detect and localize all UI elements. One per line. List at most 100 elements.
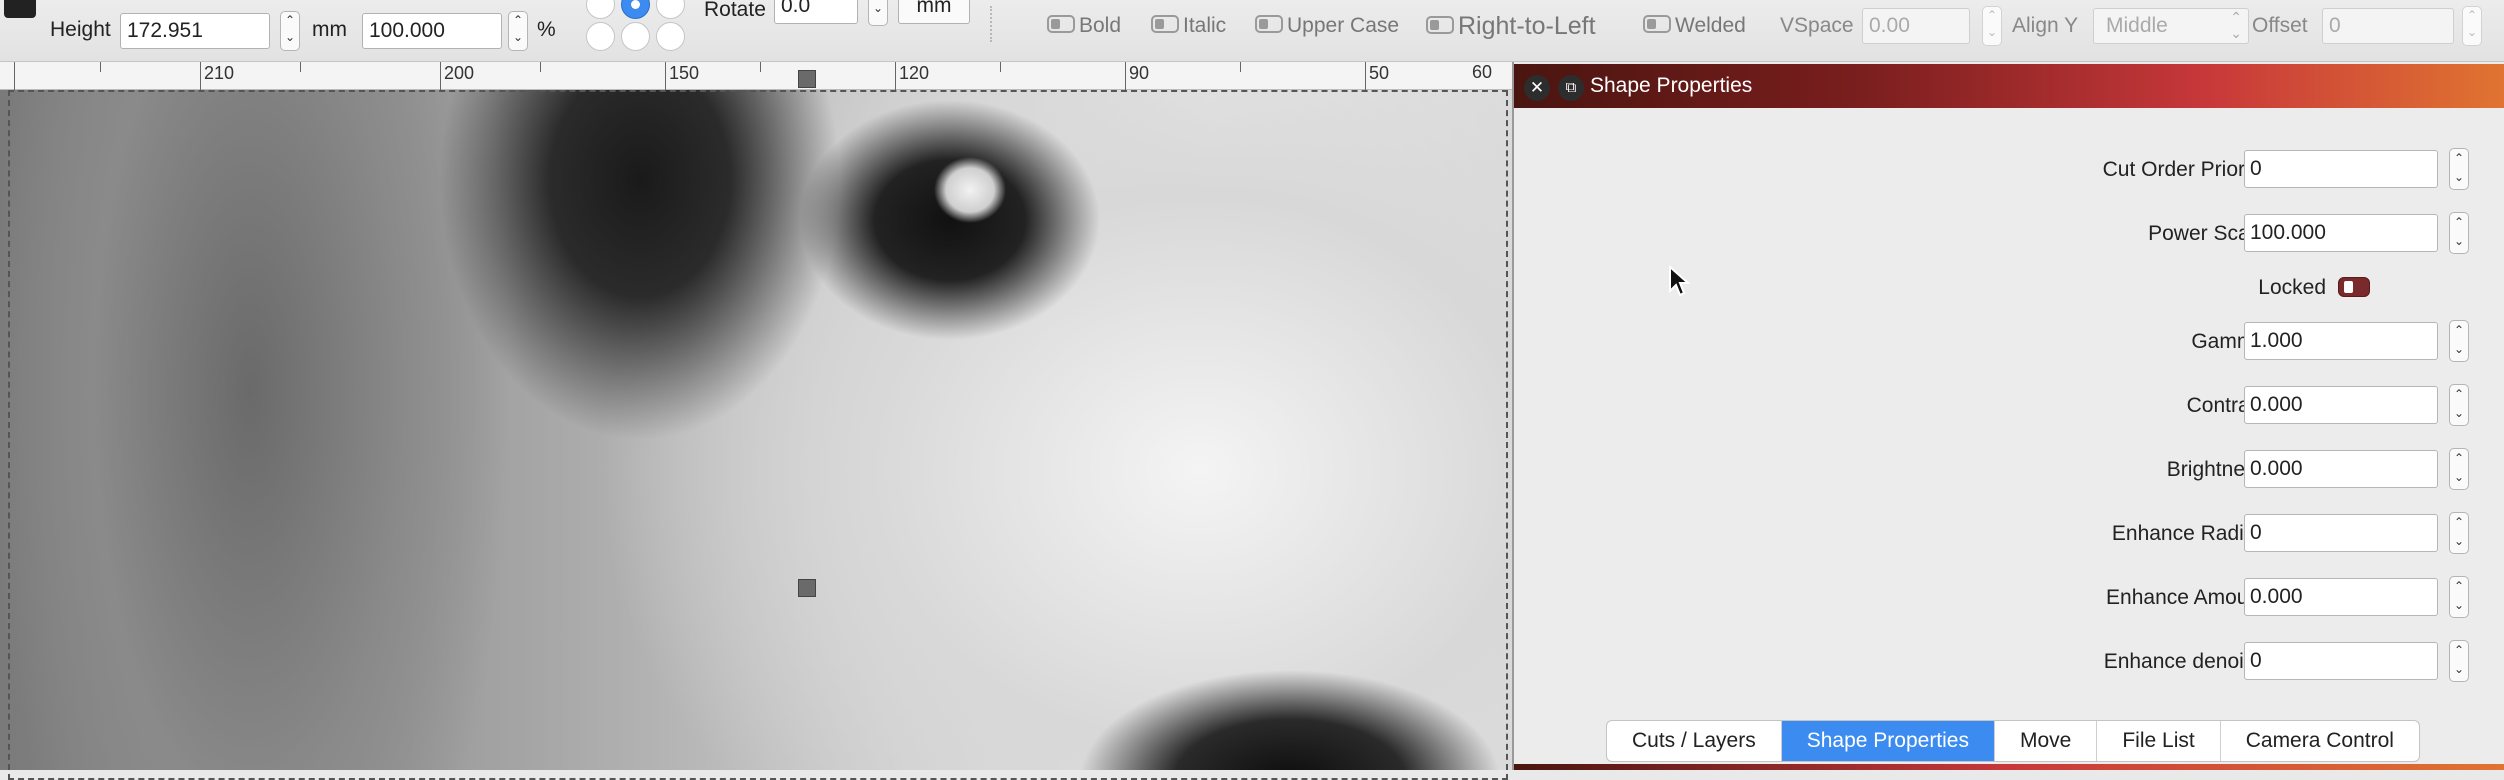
ruler-tick (1365, 62, 1366, 90)
welded-toggle[interactable]: Welded (1643, 14, 1746, 38)
enhance-radius-stepper[interactable]: ⌃ ⌄ (2449, 512, 2469, 554)
tab-camera-control[interactable]: Camera Control (2221, 721, 2419, 761)
italic-checkbox-icon (1151, 15, 1179, 34)
power-scale-stepper[interactable]: ⌃ ⌄ (2449, 212, 2469, 254)
restore-icon[interactable]: ⧉ (1558, 75, 1584, 101)
ruler-tick (1000, 62, 1001, 72)
lock-aspect-icon[interactable] (4, 0, 36, 18)
horizontal-ruler: 210 200 150 120 90 50 60 (0, 62, 1512, 90)
rotate-stepper[interactable]: ⌄ (868, 0, 888, 26)
ruler-tick (14, 62, 15, 90)
tab-file-list[interactable]: File List (2097, 721, 2221, 761)
ruler-tick (300, 62, 301, 72)
anchor-mid-right[interactable] (656, 22, 685, 51)
panel-tab-bar: Cuts / Layers Shape Properties Move File… (1606, 720, 2420, 762)
offset-label: Offset (2252, 14, 2308, 37)
ruler-label: 210 (204, 63, 235, 83)
panel-title: Shape Properties (1590, 74, 1753, 97)
brightness-input[interactable]: 0.000 (2244, 450, 2438, 488)
property-row: Gamma 1.000 ⌃ ⌄ (1514, 318, 2504, 368)
ruler-tick (540, 62, 541, 72)
height-unit: mm (312, 18, 347, 41)
tab-shape-properties[interactable]: Shape Properties (1781, 721, 1995, 761)
property-row: Contrast 0.000 ⌃ ⌄ (1514, 382, 2504, 432)
vspace-input[interactable]: 0.00 (1862, 8, 1970, 44)
workspace-canvas[interactable] (0, 62, 1512, 770)
ruler-tick (440, 62, 441, 90)
locked-toggle[interactable] (2338, 277, 2370, 297)
contrast-stepper[interactable]: ⌃ ⌄ (2449, 384, 2469, 426)
enhance-amount-input[interactable]: 0.000 (2244, 578, 2438, 616)
scale-input[interactable]: 100.000 (362, 13, 502, 49)
gamma-stepper[interactable]: ⌃ ⌄ (2449, 320, 2469, 362)
height-stepper[interactable]: ⌃ ⌄ (280, 11, 300, 51)
uppercase-checkbox-icon (1255, 15, 1283, 34)
rtl-checkbox-icon (1426, 16, 1454, 35)
husky-image[interactable] (0, 90, 1512, 770)
height-label: Height (50, 18, 111, 41)
enhance-radius-input[interactable]: 0 (2244, 514, 2438, 552)
enhance-denoise-input[interactable]: 0 (2244, 642, 2438, 680)
top-center-handle[interactable] (798, 70, 816, 88)
anchor-top-right[interactable] (656, 0, 685, 19)
ruler-label: 90 (1129, 63, 1150, 83)
bold-toggle[interactable]: Bold (1047, 14, 1121, 38)
property-row: Enhance Radius 0 ⌃ ⌄ (1514, 510, 2504, 560)
contrast-input[interactable]: 0.000 (2244, 386, 2438, 424)
uppercase-label: Upper Case (1287, 14, 1400, 37)
enhance-amount-label: Enhance Amount (2106, 586, 2266, 609)
rotate-label: Rotate (704, 0, 766, 21)
ruler-label: 50 (1369, 63, 1390, 83)
tab-move[interactable]: Move (1995, 721, 2098, 761)
anchor-center[interactable] (621, 22, 650, 51)
tab-cuts-layers[interactable]: Cuts / Layers (1607, 721, 1782, 761)
top-toolbar: Height 172.951 ⌃ ⌄ mm 100.000 ⌃ ⌄ % Rotate… (0, 0, 2504, 62)
scale-stepper[interactable]: ⌃ ⌄ (508, 11, 528, 51)
toolbar-divider (990, 6, 992, 42)
aligny-value: Middle (2106, 14, 2168, 37)
panel-title-bar: Shape Properties (1514, 64, 2504, 108)
vspace-stepper[interactable]: ⌃ ⌄ (1982, 6, 2002, 46)
bold-label: Bold (1079, 14, 1122, 37)
next-panel-title-edge (1514, 764, 2504, 770)
bold-checkbox-icon (1047, 15, 1075, 34)
unit-toggle-button[interactable]: mm (898, 0, 970, 24)
locked-label: Locked (2258, 276, 2326, 299)
enhance-denoise-label: Enhance denoise (2103, 650, 2266, 673)
cut-order-priority-input[interactable]: 0 (2244, 150, 2438, 188)
property-row: Enhance denoise 0 ⌃ ⌄ (1514, 638, 2504, 688)
property-row: Enhance Amount 0.000 ⌃ ⌄ (1514, 574, 2504, 624)
italic-toggle[interactable]: Italic (1151, 14, 1226, 38)
shape-properties-panel: Shape Properties ✕ ⧉ Cut Order Priority … (1512, 62, 2504, 770)
anchor-top-left[interactable] (586, 0, 615, 19)
vspace-label: VSpace (1780, 14, 1854, 37)
uppercase-toggle[interactable]: Upper Case (1255, 14, 1399, 38)
ruler-tick (200, 62, 201, 90)
ruler-tick (895, 62, 896, 90)
gamma-input[interactable]: 1.000 (2244, 322, 2438, 360)
ruler-tick (665, 62, 666, 90)
rtl-toggle[interactable]: Right-to-Left (1426, 12, 1596, 41)
enhance-denoise-stepper[interactable]: ⌃ ⌄ (2449, 640, 2469, 682)
power-scale-input[interactable]: 100.000 (2244, 214, 2438, 252)
brightness-stepper[interactable]: ⌃ ⌄ (2449, 448, 2469, 490)
ruler-tick (760, 62, 761, 72)
close-icon[interactable]: ✕ (1524, 75, 1550, 101)
anchor-top-center[interactable] (621, 0, 650, 19)
aligny-select[interactable]: Middle ⌃ ⌄ (2093, 8, 2249, 44)
scale-unit: % (537, 18, 556, 41)
ruler-label: 200 (444, 63, 475, 83)
property-row: Cut Order Priority 0 ⌃ ⌄ (1514, 146, 2504, 196)
enhance-amount-stepper[interactable]: ⌃ ⌄ (2449, 576, 2469, 618)
cut-order-priority-label: Cut Order Priority (2102, 158, 2266, 181)
offset-stepper[interactable]: ⌃ ⌄ (2462, 6, 2482, 46)
anchor-mid-left[interactable] (586, 22, 615, 51)
ruler-tick (1125, 62, 1126, 90)
enhance-radius-label: Enhance Radius (2111, 522, 2266, 545)
height-input[interactable]: 172.951 (120, 13, 270, 49)
rotate-input[interactable]: 0.0 (774, 0, 858, 24)
offset-input[interactable]: 0 (2322, 8, 2454, 44)
center-handle[interactable] (798, 579, 816, 597)
welded-checkbox-icon (1643, 15, 1671, 34)
cut-order-priority-stepper[interactable]: ⌃ ⌄ (2449, 148, 2469, 190)
